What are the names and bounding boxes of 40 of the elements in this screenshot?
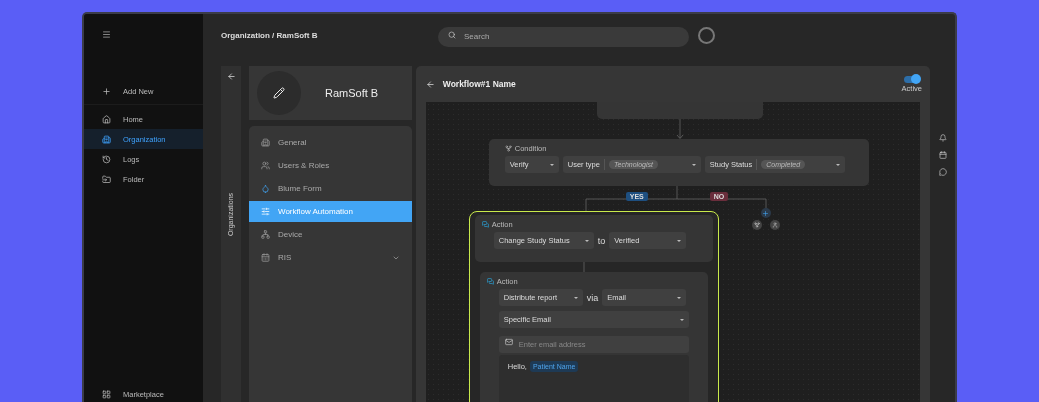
users-icon xyxy=(261,161,270,170)
chat-icon xyxy=(481,221,489,228)
menu-item[interactable]: RIS xyxy=(249,247,412,268)
plus-icon xyxy=(102,87,111,96)
network-icon xyxy=(261,230,270,239)
circle-icon[interactable] xyxy=(698,26,715,44)
folder-icon xyxy=(102,174,111,184)
mail-icon xyxy=(504,337,513,346)
menu-item[interactable]: Device xyxy=(249,224,412,245)
back-icon[interactable] xyxy=(425,79,435,89)
back-icon[interactable] xyxy=(226,72,236,81)
joiner-text: to xyxy=(597,235,606,246)
joiner-text: via xyxy=(586,292,599,303)
chat-icon[interactable] xyxy=(938,168,947,176)
breadcrumb: Organization / RamSoft B xyxy=(221,30,319,40)
fork-icon xyxy=(504,145,512,152)
building-icon xyxy=(261,138,270,147)
menu-item[interactable]: Users & Roles xyxy=(249,155,412,176)
workflow-title: Workflow#1 Name xyxy=(442,79,517,89)
add-icon[interactable] xyxy=(760,208,771,218)
menu-item[interactable]: General xyxy=(249,132,412,153)
search-field[interactable]: Search xyxy=(438,26,689,47)
building-icon xyxy=(102,134,111,144)
menu-icon[interactable] xyxy=(102,30,111,39)
calendar-icon xyxy=(261,253,270,262)
grid-icon xyxy=(102,389,111,399)
menu-item[interactable]: Blume Form xyxy=(249,178,412,199)
fork-icon[interactable] xyxy=(751,220,762,230)
calendar-icon[interactable] xyxy=(938,151,947,159)
home-icon xyxy=(102,114,111,124)
organization-name: RamSoft B xyxy=(325,87,379,99)
drop-icon xyxy=(261,184,270,193)
active-toggle[interactable] xyxy=(904,75,920,83)
user-icon[interactable] xyxy=(769,220,780,230)
history-icon xyxy=(102,154,111,164)
sliders-icon xyxy=(261,207,270,216)
connector-arrow xyxy=(675,119,684,139)
search-icon xyxy=(448,31,456,39)
chat-icon xyxy=(486,278,494,285)
bell-icon[interactable] xyxy=(938,134,947,142)
